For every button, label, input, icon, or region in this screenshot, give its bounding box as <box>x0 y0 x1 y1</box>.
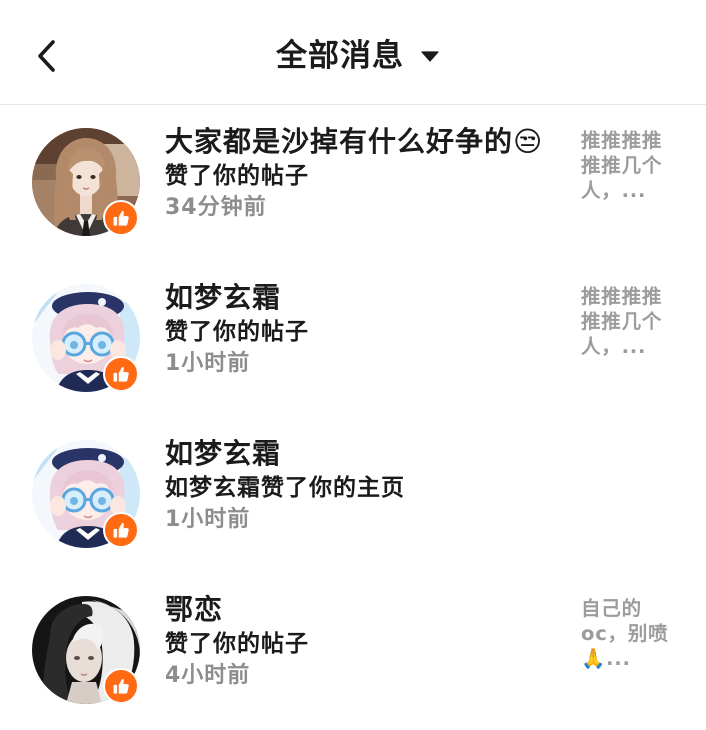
post-preview[interactable]: 自己的oc，别喷🙏... <box>581 596 669 671</box>
notification-action: 赞了你的帖子 <box>165 163 309 189</box>
notification-username[interactable]: 如梦玄霜 <box>165 281 281 315</box>
thumbs-up-icon <box>113 366 129 382</box>
page-title: 全部消息 <box>276 38 404 74</box>
notification-action: 赞了你的帖子 <box>165 319 309 345</box>
notification-action: 赞了你的帖子 <box>165 631 309 657</box>
thumbs-up-icon <box>113 210 129 226</box>
notification-item[interactable]: 如梦玄霜 赞了你的帖子 1小时前 推推推推推推几个人，... <box>0 261 706 417</box>
notification-username[interactable]: 鄂恋 <box>165 593 223 627</box>
notification-time: 1小时前 <box>165 351 251 376</box>
dropdown-triangle-icon <box>421 50 439 62</box>
notification-list: 大家都是沙掉有什么好争的😒 赞了你的帖子 34分钟前 推推推推推推几个人，... <box>0 105 706 729</box>
message-filter-dropdown[interactable]: 全部消息 <box>276 34 439 78</box>
post-preview[interactable]: 推推推推推推几个人，... <box>581 128 669 203</box>
like-badge <box>103 668 139 704</box>
like-badge <box>103 200 139 236</box>
post-preview[interactable]: 推推推推推推几个人，... <box>581 284 669 359</box>
thumbs-up-icon <box>113 522 129 538</box>
like-badge <box>103 356 139 392</box>
notification-time: 34分钟前 <box>165 195 267 220</box>
top-bar: 全部消息 <box>0 0 706 105</box>
notification-time: 1小时前 <box>165 507 251 532</box>
back-button[interactable] <box>26 36 66 76</box>
back-chevron-icon <box>38 40 55 72</box>
notification-time: 4小时前 <box>165 663 251 688</box>
notification-item[interactable]: 鄂恋 赞了你的帖子 4小时前 自己的oc，别喷🙏... <box>0 573 706 729</box>
notification-item[interactable]: 大家都是沙掉有什么好争的😒 赞了你的帖子 34分钟前 推推推推推推几个人，... <box>0 105 706 261</box>
notification-username[interactable]: 如梦玄霜 <box>165 437 281 471</box>
notification-item[interactable]: 如梦玄霜 如梦玄霜赞了你的主页 1小时前 <box>0 417 706 573</box>
thumbs-up-icon <box>113 678 129 694</box>
like-badge <box>103 512 139 548</box>
notification-username[interactable]: 大家都是沙掉有什么好争的😒 <box>165 125 543 159</box>
notification-action: 如梦玄霜赞了你的主页 <box>165 475 405 501</box>
